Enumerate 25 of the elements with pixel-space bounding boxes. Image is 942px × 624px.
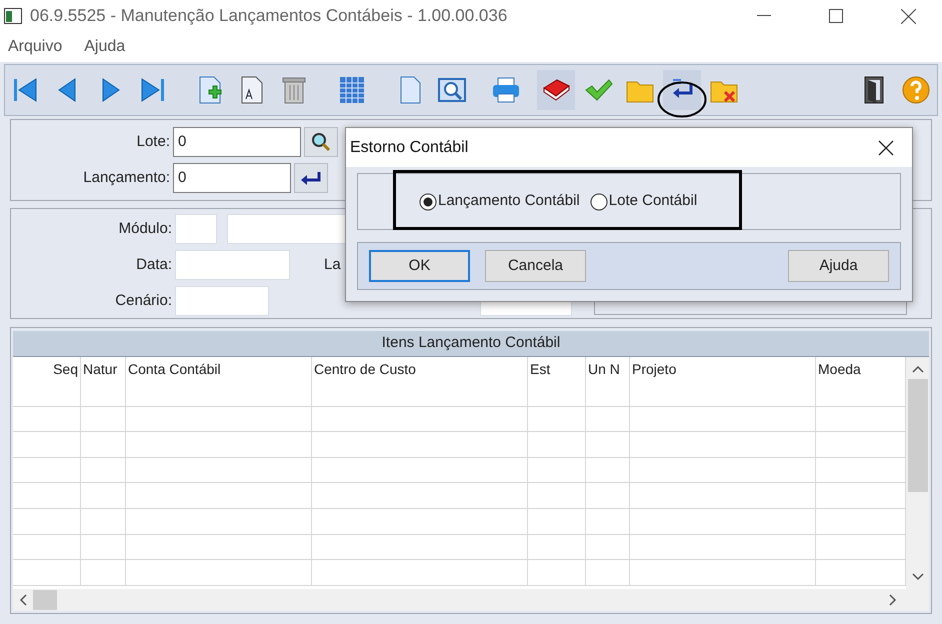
column-header: Natur <box>81 357 126 381</box>
radio-option[interactable]: Lançamento Contábil <box>419 190 580 213</box>
dialog-button[interactable]: Ajuda <box>788 250 889 282</box>
field-label: La <box>324 254 341 275</box>
grid-title: Itens Lançamento Contábil <box>13 331 929 357</box>
dialog-button[interactable]: Cancela <box>485 250 586 282</box>
dialog-title: Estorno Contábil <box>350 138 468 158</box>
window-title: 06.9.5525 - Manutenção Lançamentos Contábeis - 1.00.00.036 <box>30 5 508 28</box>
menu-item[interactable]: Ajuda <box>84 35 126 59</box>
field-label: Data: <box>135 254 173 275</box>
field-label: Módulo: <box>118 218 173 239</box>
column-header: Est <box>528 357 586 381</box>
column-header: Un N <box>586 357 630 381</box>
input-field[interactable]: 0 <box>173 163 291 193</box>
field-label: Lançamento: <box>82 168 171 188</box>
dialog-button[interactable]: OK <box>369 250 470 282</box>
field-label: Cenário: <box>114 290 173 311</box>
menu-item[interactable]: Arquivo <box>8 35 62 59</box>
column-header: Seq <box>13 357 81 381</box>
field-label: Lote: <box>136 132 171 152</box>
column-header: Conta Contábil <box>126 357 312 381</box>
column-header: Centro de Custo <box>312 357 528 381</box>
input-field[interactable]: 0 <box>173 127 301 157</box>
column-header: Projeto <box>630 357 816 381</box>
radio-option[interactable]: Lote Contábil <box>590 190 698 213</box>
